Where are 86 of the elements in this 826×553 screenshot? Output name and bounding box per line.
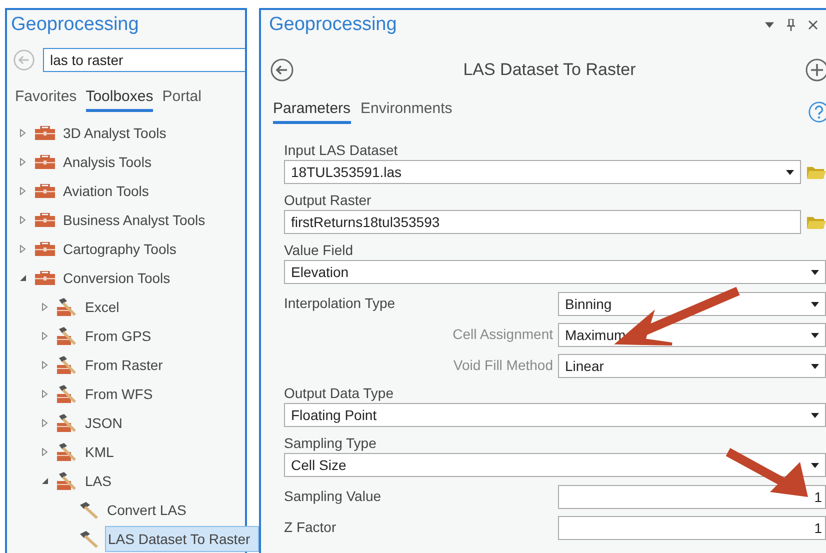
tool-title: LAS Dataset To Raster [463, 60, 636, 80]
toolbox-icon [35, 212, 55, 226]
caret-icon [811, 270, 819, 274]
parameter-label: Z Factor [284, 519, 338, 535]
number-field[interactable]: 1 [558, 516, 826, 540]
tree-item[interactable]: From GPS [83, 324, 158, 348]
toolset-icon [57, 442, 77, 460]
tree-item[interactable]: Conversion Tools [61, 266, 176, 290]
toolbox-icon [35, 154, 55, 168]
caret-icon [811, 302, 819, 306]
number-field[interactable]: 1 [558, 485, 826, 509]
dropdown-field[interactable]: 18TUL353591.las [284, 160, 801, 184]
text-field[interactable]: firstReturns18tul353593 [284, 210, 801, 234]
expand-icon[interactable] [41, 390, 49, 398]
toolset-icon [57, 298, 77, 316]
tab[interactable]: Parameters [273, 100, 351, 124]
help-icon[interactable] [808, 101, 826, 123]
dropdown-field[interactable]: Cell Size [284, 453, 826, 477]
search-field[interactable]: las to raster [43, 48, 245, 72]
collapse-icon[interactable] [41, 476, 49, 484]
toolset-icon [57, 326, 77, 344]
dropdown-field[interactable]: Linear [558, 354, 826, 378]
dropdown-field[interactable]: Elevation [284, 260, 826, 284]
expand-icon[interactable] [41, 332, 49, 340]
parameter-label: Output Data Type [284, 385, 394, 401]
collapse-icon[interactable] [19, 274, 27, 282]
toolset-icon [57, 472, 77, 490]
tab[interactable]: Environments [360, 100, 452, 124]
expand-icon[interactable] [19, 158, 27, 166]
hammer-icon [79, 530, 99, 548]
panel-title: Geoprocessing [268, 13, 397, 37]
caret-icon [811, 332, 819, 338]
parameter-label: Output Raster [284, 192, 372, 208]
toolset-icon [57, 356, 77, 374]
tree-item[interactable]: From Raster [83, 352, 169, 376]
expand-icon[interactable] [41, 448, 49, 456]
folder-icon[interactable] [806, 164, 826, 180]
hammer-icon [79, 500, 99, 518]
toolbox-icon [35, 242, 55, 256]
tree-item[interactable]: LAS Dataset To Raster [105, 526, 260, 552]
tree-item[interactable]: Cartography Tools [61, 236, 182, 260]
caret-icon [811, 412, 819, 418]
tree-item[interactable]: From WFS [83, 382, 159, 406]
toolbox-icon [35, 126, 55, 140]
toolset-icon [57, 414, 77, 432]
expand-icon[interactable] [41, 302, 49, 310]
caret-icon [786, 170, 794, 174]
caret-icon [811, 364, 819, 368]
tree-item[interactable]: 3D Analyst Tools [61, 120, 172, 144]
parameter-label: Sampling Value [284, 488, 382, 504]
tree-item[interactable]: JSON [83, 410, 128, 434]
expand-icon[interactable] [19, 186, 27, 194]
toolbox-icon [35, 184, 55, 198]
toolbox-icon [35, 270, 55, 284]
dropdown-icon[interactable] [765, 22, 774, 28]
add-icon[interactable] [804, 58, 826, 82]
parameter-label: Interpolation Type [284, 295, 396, 311]
expand-icon[interactable] [41, 360, 49, 368]
tree-item[interactable]: Aviation Tools [61, 178, 155, 202]
tree-item[interactable]: LAS [83, 468, 118, 492]
tab[interactable]: Toolboxes [86, 88, 154, 112]
parameter-label: Input LAS Dataset [284, 142, 399, 158]
back-icon[interactable] [270, 58, 294, 82]
expand-icon[interactable] [41, 418, 49, 426]
tree-item[interactable]: Excel [83, 294, 126, 318]
expand-icon[interactable] [19, 128, 27, 136]
tab[interactable]: Portal [162, 88, 202, 112]
expand-icon[interactable] [19, 216, 27, 224]
dropdown-field[interactable]: Floating Point [284, 403, 826, 427]
caret-icon [811, 462, 819, 468]
close-icon[interactable] [808, 20, 818, 30]
dropdown-field[interactable]: Binning [558, 292, 826, 316]
panel-title: Geoprocessing [10, 13, 140, 36]
toolset-icon [57, 384, 77, 402]
pin-icon[interactable] [786, 19, 796, 31]
parameter-label: Sampling Type [284, 435, 378, 451]
tree-item[interactable]: Business Analyst Tools [61, 208, 212, 232]
parameter-label: Void Fill Method [452, 357, 554, 373]
tab[interactable]: Favorites [15, 88, 77, 112]
expand-icon[interactable] [19, 244, 27, 252]
tree-item[interactable]: Analysis Tools [61, 150, 158, 174]
folder-icon[interactable] [806, 214, 826, 230]
tree-item[interactable]: KML [83, 440, 120, 464]
parameter-label: Value Field [284, 242, 354, 258]
tree-item[interactable]: Convert LAS [105, 498, 192, 522]
parameter-label: Cell Assignment [452, 326, 554, 342]
